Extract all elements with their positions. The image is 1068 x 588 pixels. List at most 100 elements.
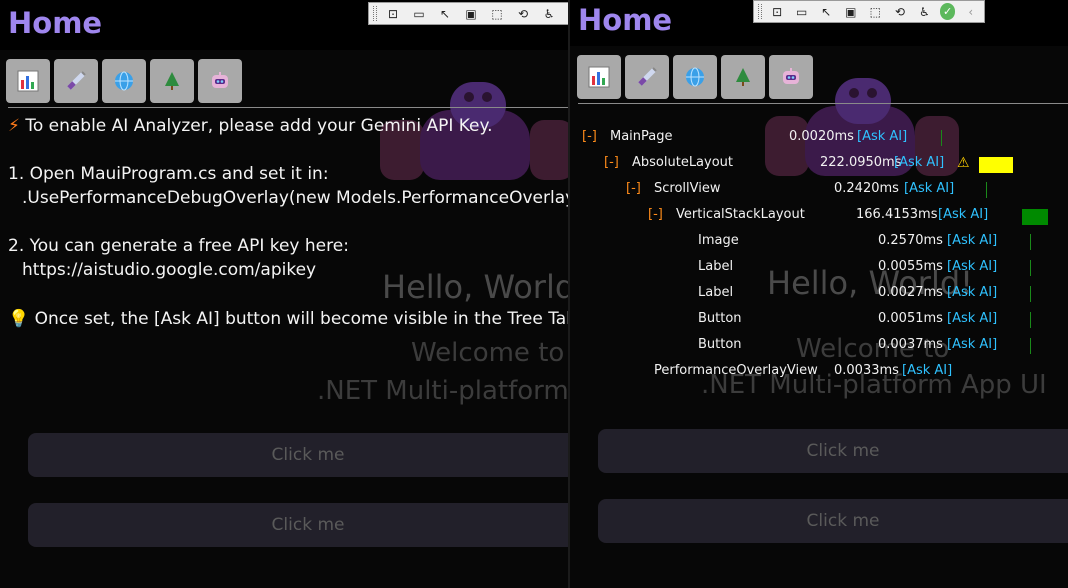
step1-text: 1. Open MauiProgram.cs and set it in: — [8, 164, 329, 184]
ask-ai-link[interactable]: [Ask AI] — [894, 151, 944, 175]
tree-node-name: Label — [698, 259, 734, 274]
right-window: Home ⊡ ▭ ↖ ▣ ⬚ ⟲ ♿ ✓ ‹ Hello, World! Wel… — [570, 0, 1068, 588]
tree-row: [-] VerticalStackLayout 166.4153ms [Ask AI] — [570, 203, 1068, 227]
app-page: Hello, World! Welcome to .NET Multi-plat… — [570, 46, 1068, 588]
ai-tab[interactable] — [769, 55, 813, 99]
bar-chart-icon — [17, 70, 39, 92]
tree-row: [-] MainPage 0.0020ms [Ask AI] — [570, 125, 1068, 149]
tree-row: Label 0.0027ms [Ask AI] — [570, 281, 1068, 305]
bar-chart-icon — [588, 66, 610, 88]
api-key-url: https://aistudio.google.com/apikey — [22, 260, 317, 280]
pointer-select-icon[interactable]: ⬚ — [866, 3, 885, 20]
robot-icon — [783, 68, 799, 84]
overlay-tabs — [577, 55, 813, 99]
timing-tick — [1030, 234, 1031, 250]
charts-tab[interactable] — [6, 59, 50, 103]
tree-node-time: 0.0055ms — [878, 259, 943, 274]
collapse-toggle[interactable]: [-] — [626, 177, 641, 201]
ask-ai-link[interactable]: [Ask AI] — [904, 177, 954, 201]
charts-tab[interactable] — [577, 55, 621, 99]
tree-node-name: AbsoluteLayout — [632, 155, 734, 170]
hot-reload-icon[interactable]: ⟲ — [513, 5, 533, 22]
lightning-icon: ⚡ — [8, 116, 20, 136]
ask-ai-link[interactable]: [Ask AI] — [947, 229, 997, 253]
memory-tab[interactable] — [625, 55, 669, 99]
ask-ai-link[interactable]: [Ask AI] — [902, 359, 952, 383]
ai-key-warning: ⚡ To enable AI Analyzer, please add your… — [8, 114, 493, 138]
camera-icon[interactable]: ▭ — [792, 3, 811, 20]
ask-ai-hint-text: Once set, the [Ask AI] button will becom… — [34, 309, 568, 329]
globe-icon — [686, 67, 704, 87]
collapse-toggle[interactable]: [-] — [604, 151, 619, 175]
timing-tick — [1030, 286, 1031, 302]
tree-node-name: PerformanceOverlayView — [654, 363, 818, 378]
tree-node-name: MainPage — [610, 129, 673, 144]
frame-select-icon[interactable]: ⊡ — [768, 3, 787, 20]
box-select-icon[interactable]: ▣ — [842, 3, 861, 20]
ask-ai-link[interactable]: [Ask AI] — [857, 125, 907, 149]
syringe-icon — [638, 67, 657, 86]
ask-ai-link[interactable]: [Ask AI] — [938, 203, 988, 227]
tree-node-time: 0.0037ms — [878, 337, 943, 352]
tree-row: [-] ScrollView 0.2420ms [Ask AI] — [570, 177, 1068, 201]
ask-ai-link[interactable]: [Ask AI] — [947, 307, 997, 331]
tree-node-time: 166.4153ms — [856, 207, 938, 222]
right-titlebar: Home ⊡ ▭ ↖ ▣ ⬚ ⟲ ♿ ✓ ‹ — [570, 0, 1068, 50]
chevron-left-icon[interactable]: ‹ — [961, 3, 980, 20]
performance-overlay: [-] MainPage 0.0020ms [Ask AI] [-] AbsoluteLa… — [570, 46, 1068, 588]
left-window: Home ⊡ ▭ ↖ ▣ ⬚ ⟲ ♿ Hello, World! Welcome… — [0, 0, 568, 588]
overlay-tabs — [6, 59, 242, 103]
grip-icon[interactable] — [373, 6, 377, 21]
network-tab[interactable] — [102, 59, 146, 103]
ask-ai-link[interactable]: [Ask AI] — [947, 281, 997, 305]
step2-text: 2. You can generate a free API key here: — [8, 236, 349, 256]
hot-reload-icon[interactable]: ⟲ — [891, 3, 910, 20]
pointer-select-icon[interactable]: ⬚ — [487, 5, 507, 22]
robot-icon — [212, 72, 228, 88]
tree-row: Label 0.0055ms [Ask AI] — [570, 255, 1068, 279]
timing-bar — [1022, 209, 1048, 225]
tree-node-time: 0.2420ms — [834, 181, 899, 196]
debug-toolbar: ⊡ ▭ ↖ ▣ ⬚ ⟲ ♿ — [368, 2, 568, 25]
page-title: Home — [578, 3, 673, 37]
check-circle-icon[interactable]: ✓ — [939, 3, 956, 20]
timing-tick — [1030, 338, 1031, 354]
tree-row: Button 0.0051ms [Ask AI] — [570, 307, 1068, 331]
pointer-icon[interactable]: ↖ — [435, 5, 455, 22]
tree-tab[interactable] — [721, 55, 765, 99]
ai-key-warning-text: To enable AI Analyzer, please add your G… — [25, 116, 493, 136]
memory-tab[interactable] — [54, 59, 98, 103]
globe-icon — [115, 71, 133, 91]
tree-node-name: ScrollView — [654, 181, 721, 196]
tree-node-name: Button — [698, 337, 742, 352]
tree-row: Button 0.0037ms [Ask AI] — [570, 333, 1068, 357]
ai-tab[interactable] — [198, 59, 242, 103]
tree-node-time: 0.0027ms — [878, 285, 943, 300]
tree-node-time: 222.0950ms — [820, 155, 902, 170]
tree-node-name: Image — [698, 233, 739, 248]
accessibility-icon[interactable]: ♿ — [539, 5, 559, 22]
camera-icon[interactable]: ▭ — [409, 5, 429, 22]
tree-tab[interactable] — [150, 59, 194, 103]
collapse-toggle[interactable]: [-] — [648, 203, 663, 227]
tabs-separator — [578, 103, 1068, 104]
timing-tick — [1030, 312, 1031, 328]
tree-row: Image 0.2570ms [Ask AI] — [570, 229, 1068, 253]
collapse-toggle[interactable]: [-] — [582, 125, 597, 149]
grip-icon[interactable] — [758, 4, 762, 19]
ask-ai-link[interactable]: [Ask AI] — [947, 333, 997, 357]
network-tab[interactable] — [673, 55, 717, 99]
accessibility-icon[interactable]: ♿ — [915, 3, 934, 20]
timing-tick — [986, 182, 987, 198]
tree-node-name: Button — [698, 311, 742, 326]
page-title: Home — [8, 6, 103, 40]
pointer-icon[interactable]: ↖ — [817, 3, 836, 20]
ask-ai-hint: 💡 Once set, the [Ask AI] button will bec… — [8, 307, 568, 331]
timing-tick — [941, 130, 942, 146]
ask-ai-link[interactable]: [Ask AI] — [947, 255, 997, 279]
frame-select-icon[interactable]: ⊡ — [383, 5, 403, 22]
box-select-icon[interactable]: ▣ — [461, 5, 481, 22]
warning-icon: ⚠ — [957, 155, 970, 171]
tree-node-time: 0.0033ms — [834, 363, 899, 378]
tree-row: [-] AbsoluteLayout 222.0950ms [Ask AI] ⚠ — [570, 151, 1068, 175]
